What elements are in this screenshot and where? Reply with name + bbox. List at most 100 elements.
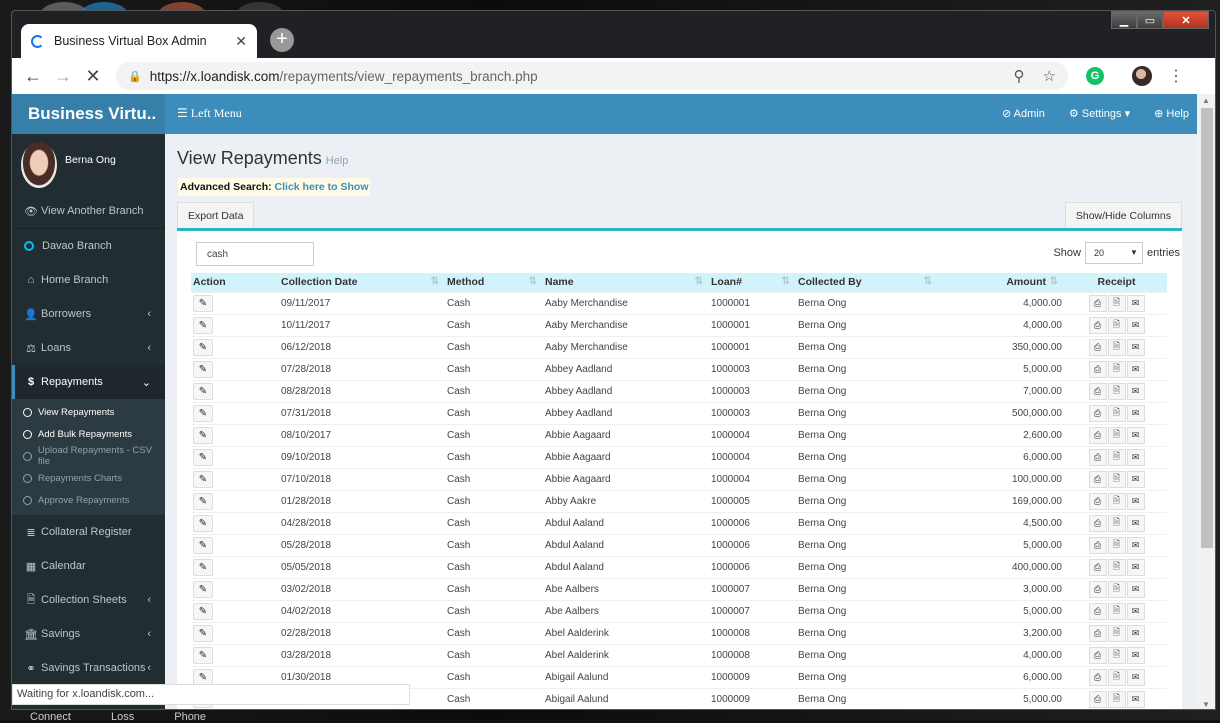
search-input[interactable]: cash: [196, 242, 314, 266]
email-icon[interactable]: ✉: [1126, 338, 1145, 356]
submenu-upload-repayments-csv[interactable]: Upload Repayments - CSV file: [12, 445, 165, 467]
help-link[interactable]: ⊕ Help: [1154, 107, 1189, 120]
edit-icon[interactable]: ✎: [193, 668, 213, 686]
pdf-icon[interactable]: 🗎: [1107, 426, 1126, 444]
help-link[interactable]: Help: [326, 155, 349, 167]
print-icon[interactable]: ⎙: [1088, 382, 1107, 400]
edit-icon[interactable]: ✎: [193, 426, 213, 444]
sidebar-item-collateral-register[interactable]: ≣ Collateral Register: [12, 515, 165, 549]
edit-icon[interactable]: ✎: [193, 470, 213, 488]
pdf-icon[interactable]: 🗎: [1107, 448, 1126, 466]
print-icon[interactable]: ⎙: [1088, 514, 1107, 532]
zoom-icon[interactable]: ⚲: [1014, 67, 1025, 85]
email-icon[interactable]: ✉: [1126, 316, 1145, 334]
pdf-icon[interactable]: 🗎: [1107, 294, 1126, 312]
print-icon[interactable]: ⎙: [1088, 624, 1107, 642]
print-icon[interactable]: ⎙: [1088, 448, 1107, 466]
edit-icon[interactable]: ✎: [193, 580, 213, 598]
sidebar-item-calendar[interactable]: ▦ Calendar: [12, 549, 165, 583]
forward-button[interactable]: →: [48, 66, 78, 87]
maximize-button[interactable]: ▭: [1137, 11, 1163, 29]
edit-icon[interactable]: ✎: [193, 382, 213, 400]
sidebar-item-savings[interactable]: 🏛 Savings ‹: [12, 617, 165, 651]
sort-icon[interactable]: ⇅: [1050, 276, 1058, 287]
taskbar-item[interactable]: Connect: [30, 711, 71, 723]
submenu-add-bulk-repayments[interactable]: Add Bulk Repayments: [12, 423, 165, 445]
pdf-icon[interactable]: 🗎: [1107, 558, 1126, 576]
print-icon[interactable]: ⎙: [1088, 646, 1107, 664]
email-icon[interactable]: ✉: [1126, 602, 1145, 620]
column-header[interactable]: Collected By ⇅: [796, 273, 938, 292]
pdf-icon[interactable]: 🗎: [1107, 470, 1126, 488]
sidebar-item-home-branch[interactable]: ⌂ Home Branch: [12, 263, 165, 297]
admin-link[interactable]: ⊘ Admin: [1002, 107, 1045, 120]
email-icon[interactable]: ✉: [1126, 382, 1145, 400]
edit-icon[interactable]: ✎: [193, 646, 213, 664]
pdf-icon[interactable]: 🗎: [1107, 580, 1126, 598]
new-tab-button[interactable]: +: [270, 28, 294, 52]
column-header[interactable]: Name ⇅: [543, 273, 709, 292]
print-icon[interactable]: ⎙: [1088, 690, 1107, 708]
pdf-icon[interactable]: 🗎: [1107, 492, 1126, 510]
edit-icon[interactable]: ✎: [193, 360, 213, 378]
export-data-button[interactable]: Export Data: [177, 202, 255, 229]
print-icon[interactable]: ⎙: [1088, 338, 1107, 356]
pdf-icon[interactable]: 🗎: [1107, 316, 1126, 334]
scroll-up-icon[interactable]: ▲: [1202, 96, 1210, 105]
column-header[interactable]: Method ⇅: [445, 273, 543, 292]
email-icon[interactable]: ✉: [1126, 514, 1145, 532]
edit-icon[interactable]: ✎: [193, 536, 213, 554]
print-icon[interactable]: ⎙: [1088, 470, 1107, 488]
print-icon[interactable]: ⎙: [1088, 426, 1107, 444]
sidebar-item-collection-sheets[interactable]: 🗎 Collection Sheets ‹: [12, 583, 165, 617]
grammarly-extension-icon[interactable]: G: [1086, 67, 1104, 85]
sidebar-item-view-another-branch[interactable]: 👁 View Another Branch: [12, 194, 165, 228]
sort-icon[interactable]: ⇅: [782, 276, 790, 287]
edit-icon[interactable]: ✎: [193, 492, 213, 510]
pdf-icon[interactable]: 🗎: [1107, 360, 1126, 378]
app-logo[interactable]: Business Virtu..: [12, 94, 165, 134]
submenu-approve-repayments[interactable]: Approve Repayments: [12, 489, 165, 511]
sidebar-item-repayments[interactable]: $ Repayments ⌄: [12, 365, 165, 399]
email-icon[interactable]: ✉: [1126, 404, 1145, 422]
settings-dropdown[interactable]: ⚙ Settings ▾: [1069, 107, 1130, 120]
edit-icon[interactable]: ✎: [193, 514, 213, 532]
advanced-search-toggle[interactable]: Click here to Show: [275, 181, 369, 193]
edit-icon[interactable]: ✎: [193, 624, 213, 642]
pdf-icon[interactable]: 🗎: [1107, 338, 1126, 356]
bookmark-star-icon[interactable]: ☆: [1043, 67, 1056, 85]
sidebar-item-davao-branch[interactable]: Davao Branch: [12, 229, 165, 263]
scrollbar-thumb[interactable]: [1201, 108, 1213, 548]
print-icon[interactable]: ⎙: [1088, 294, 1107, 312]
email-icon[interactable]: ✉: [1126, 294, 1145, 312]
sort-icon[interactable]: ⇅: [529, 276, 537, 287]
email-icon[interactable]: ✉: [1126, 360, 1145, 378]
close-window-button[interactable]: ✕: [1163, 11, 1209, 29]
show-hide-columns-button[interactable]: Show/Hide Columns: [1064, 202, 1182, 229]
print-icon[interactable]: ⎙: [1088, 668, 1107, 686]
pdf-icon[interactable]: 🗎: [1107, 536, 1126, 554]
close-tab-icon[interactable]: ✕: [235, 33, 247, 50]
print-icon[interactable]: ⎙: [1088, 316, 1107, 334]
browser-menu-icon[interactable]: ⋮: [1168, 66, 1184, 86]
entries-select[interactable]: 20: [1084, 242, 1143, 264]
email-icon[interactable]: ✉: [1126, 558, 1145, 576]
email-icon[interactable]: ✉: [1126, 426, 1145, 444]
scroll-down-icon[interactable]: ▼: [1202, 700, 1210, 709]
pdf-icon[interactable]: 🗎: [1107, 668, 1126, 686]
pdf-icon[interactable]: 🗎: [1107, 514, 1126, 532]
pdf-icon[interactable]: 🗎: [1107, 382, 1126, 400]
edit-icon[interactable]: ✎: [193, 338, 213, 356]
print-icon[interactable]: ⎙: [1088, 360, 1107, 378]
edit-icon[interactable]: ✎: [193, 602, 213, 620]
edit-icon[interactable]: ✎: [193, 448, 213, 466]
column-header[interactable]: Amount ⇅: [938, 273, 1064, 292]
column-header[interactable]: Collection Date ⇅: [279, 273, 445, 292]
pdf-icon[interactable]: 🗎: [1107, 646, 1126, 664]
profile-avatar[interactable]: [1132, 66, 1152, 86]
sidebar-item-borrowers[interactable]: 👤 Borrowers ‹: [12, 297, 165, 331]
print-icon[interactable]: ⎙: [1088, 558, 1107, 576]
email-icon[interactable]: ✉: [1126, 448, 1145, 466]
print-icon[interactable]: ⎙: [1088, 536, 1107, 554]
pdf-icon[interactable]: 🗎: [1107, 624, 1126, 642]
